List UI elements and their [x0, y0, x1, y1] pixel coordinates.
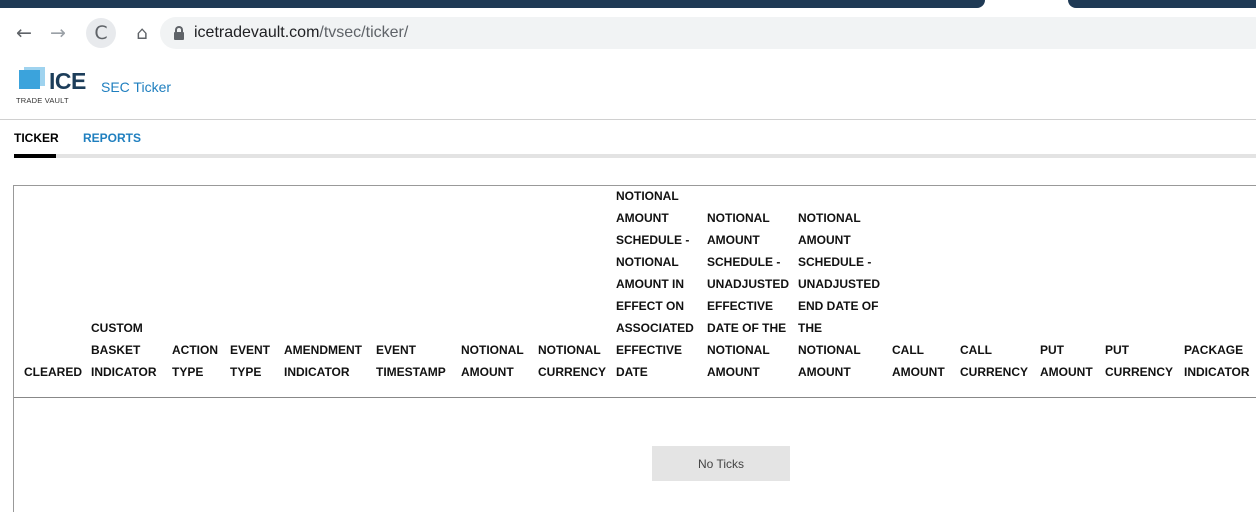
- column-header-unadjusted-effective-date[interactable]: NOTIONAL AMOUNT SCHEDULE - UNADJUSTED EF…: [707, 207, 789, 383]
- column-header-notional-amount-in-effect[interactable]: NOTIONAL AMOUNT SCHEDULE - NOTIONAL AMOU…: [616, 185, 694, 383]
- column-header-event-timestamp[interactable]: EVENT TIMESTAMP: [376, 339, 446, 383]
- no-ticks-message: No Ticks: [652, 446, 790, 481]
- tab-strip-left: [0, 0, 985, 8]
- column-header-amendment-indicator[interactable]: AMENDMENT INDICATOR: [284, 339, 362, 383]
- browser-tab-strip: [0, 0, 1256, 12]
- column-header-put-amount[interactable]: PUT AMOUNT: [1040, 339, 1093, 383]
- tab-strip-right: [1068, 0, 1256, 8]
- column-header-event-type[interactable]: EVENT TYPE: [230, 339, 270, 383]
- column-header-package-indicator[interactable]: PACKAGE INDICATOR: [1184, 339, 1250, 383]
- reload-icon[interactable]: C: [86, 18, 116, 48]
- app-name-link[interactable]: SEC Ticker: [101, 79, 171, 95]
- url-host: icetradevault.com: [194, 24, 320, 41]
- column-header-call-currency[interactable]: CALL CURRENCY: [960, 339, 1028, 383]
- browser-toolbar: ← → C ⌂ icetradevault.com/tvsec/ticker/: [0, 12, 1256, 54]
- tab-active-indicator: [14, 154, 56, 158]
- column-header-notional-amount[interactable]: NOTIONAL AMOUNT: [461, 339, 524, 383]
- tab-track: [14, 154, 1256, 158]
- home-icon[interactable]: ⌂: [128, 19, 156, 47]
- tab-bar: TICKER REPORTS: [0, 120, 1256, 160]
- url-text[interactable]: icetradevault.com/tvsec/ticker/: [194, 24, 408, 42]
- column-header-cleared[interactable]: CLEARED: [24, 361, 82, 383]
- ticker-table: CLEARED CUSTOM BASKET INDICATOR ACTION T…: [13, 185, 1256, 512]
- logo-text: ICE: [49, 68, 86, 94]
- logo-subtext: TRADE VAULT: [16, 96, 69, 105]
- table-header: CLEARED CUSTOM BASKET INDICATOR ACTION T…: [14, 186, 1256, 398]
- back-arrow-icon[interactable]: ←: [10, 19, 38, 47]
- address-bar[interactable]: icetradevault.com/tvsec/ticker/: [160, 17, 1256, 49]
- cube-logo-icon: [19, 67, 45, 89]
- tab-ticker[interactable]: TICKER: [14, 131, 59, 145]
- forward-arrow-icon[interactable]: →: [44, 19, 72, 47]
- column-header-notional-currency[interactable]: NOTIONAL CURRENCY: [538, 339, 606, 383]
- column-header-action-type[interactable]: ACTION TYPE: [172, 339, 218, 383]
- app-header: ICE TRADE VAULT SEC Ticker: [0, 54, 1256, 120]
- lock-icon[interactable]: [174, 26, 184, 40]
- url-path: /tvsec/ticker/: [319, 24, 409, 41]
- tab-reports[interactable]: REPORTS: [83, 131, 141, 145]
- ice-trade-vault-logo[interactable]: ICE TRADE VAULT: [16, 67, 86, 111]
- column-header-custom-basket-indicator[interactable]: CUSTOM BASKET INDICATOR: [91, 317, 157, 383]
- column-header-call-amount[interactable]: CALL AMOUNT: [892, 339, 945, 383]
- column-header-put-currency[interactable]: PUT CURRENCY: [1105, 339, 1173, 383]
- column-header-unadjusted-end-date[interactable]: NOTIONAL AMOUNT SCHEDULE - UNADJUSTED EN…: [798, 207, 880, 383]
